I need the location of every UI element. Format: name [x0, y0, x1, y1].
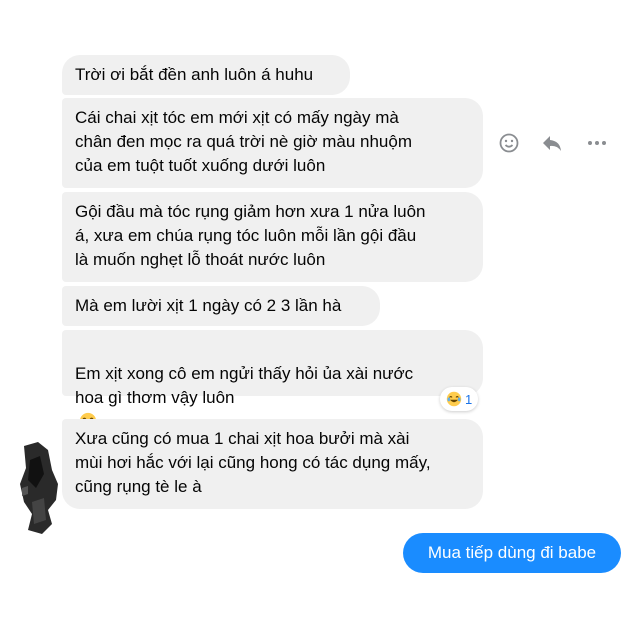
- chat-window: Trời ơi bắt đền anh luôn á huhu Cái chai…: [0, 0, 623, 623]
- reply-icon[interactable]: [540, 131, 564, 155]
- received-message[interactable]: Em xịt xong cô em ngửi thấy hỏi ủa xài n…: [62, 330, 483, 430]
- received-message[interactable]: Mà em lười xịt 1 ngày có 2 3 lần hà: [62, 286, 380, 326]
- message-reaction[interactable]: 1: [440, 387, 479, 411]
- sent-message[interactable]: Mua tiếp dùng đi babe: [403, 533, 621, 573]
- received-message[interactable]: Cái chai xịt tóc em mới xịt có mấy ngày …: [62, 98, 483, 188]
- smiley-icon[interactable]: [497, 131, 521, 155]
- received-message[interactable]: Gội đầu mà tóc rụng giảm hơn xưa 1 nửa l…: [62, 192, 483, 282]
- message-text: Em xịt xong cô em ngửi thấy hỏi ủa xài n…: [75, 364, 414, 407]
- avatar[interactable]: [18, 440, 62, 536]
- more-icon[interactable]: [585, 131, 609, 155]
- reaction-count: 1: [465, 391, 473, 407]
- laughing-tears-emoji: [446, 391, 462, 407]
- received-message[interactable]: Trời ơi bắt đền anh luôn á huhu: [62, 55, 350, 95]
- received-message[interactable]: Xưa cũng có mua 1 chai xịt hoa bưởi mà x…: [62, 419, 483, 509]
- message-actions: [497, 131, 609, 155]
